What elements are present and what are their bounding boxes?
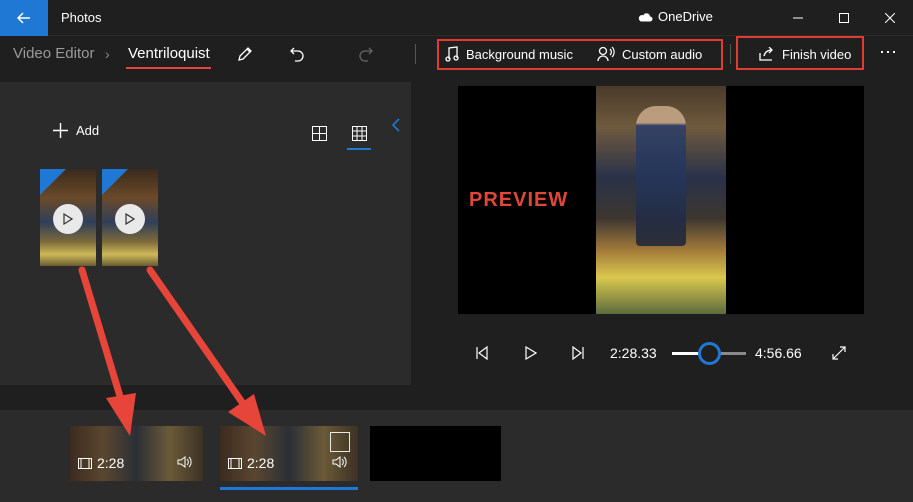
rename-button[interactable]: [233, 42, 257, 66]
project-title-underline: [126, 67, 211, 69]
finish-video-label: Finish video: [782, 46, 852, 62]
background-music-label: Background music: [466, 46, 573, 62]
maximize-button[interactable]: [821, 0, 867, 36]
active-view-indicator: [347, 148, 371, 150]
play-icon: [125, 213, 135, 225]
maximize-icon: [839, 13, 849, 23]
more-icon: ⋯: [879, 41, 897, 62]
undo-icon: [290, 47, 304, 62]
seek-handle[interactable]: [697, 342, 721, 365]
grid-large-icon: [311, 125, 327, 141]
play-icon: [525, 346, 537, 360]
current-time: 2:28.33: [610, 345, 657, 361]
more-options-button[interactable]: ⋯: [876, 40, 900, 64]
toolbar-divider: [730, 44, 731, 64]
collapse-library-button[interactable]: [389, 116, 403, 134]
chevron-left-icon: [392, 118, 400, 132]
video-preview[interactable]: PREVIEW: [458, 86, 864, 314]
back-arrow-icon: [17, 12, 30, 24]
storyboard-clip[interactable]: 2:28: [70, 426, 203, 481]
cloud-icon: [638, 12, 653, 21]
play-pause-button[interactable]: [523, 345, 539, 361]
project-library-panel: Add: [0, 82, 411, 385]
minimize-icon: [793, 17, 803, 19]
background-music-button[interactable]: Background music: [445, 43, 573, 65]
toolbar: Video Editor › Ventriloquist Background …: [0, 36, 913, 82]
undo-button[interactable]: [285, 42, 309, 66]
step-forward-icon: [572, 346, 584, 360]
preview-overlay-label: PREVIEW: [469, 189, 569, 211]
custom-audio-label: Custom audio: [622, 46, 703, 62]
total-time: 4:56.66: [755, 345, 802, 361]
music-note-icon: [445, 46, 459, 62]
speaker-icon: [177, 456, 192, 468]
add-media-button[interactable]: Add: [53, 123, 99, 138]
fullscreen-button[interactable]: [831, 345, 847, 361]
selected-clip-indicator: [220, 487, 358, 490]
redo-icon: [359, 47, 373, 62]
large-thumbnail-view-button[interactable]: [310, 124, 328, 142]
storyboard-empty-slot[interactable]: [370, 426, 501, 481]
next-frame-button[interactable]: [570, 345, 586, 361]
close-button[interactable]: [867, 0, 913, 36]
add-label: Add: [76, 123, 100, 138]
seek-bar[interactable]: [672, 342, 746, 365]
grid-small-icon: [351, 125, 367, 141]
clip-duration-label: 2:28: [97, 455, 125, 471]
clip-select-checkbox[interactable]: [330, 432, 350, 452]
performer-figure: [636, 106, 686, 246]
expand-icon: [832, 346, 846, 360]
app-title: Photos: [61, 10, 102, 25]
toolbar-divider: [415, 44, 416, 64]
redo-button[interactable]: [354, 42, 378, 66]
library-video-thumbnail[interactable]: [102, 169, 158, 266]
film-icon: [228, 457, 242, 469]
play-button[interactable]: [53, 204, 83, 234]
clip-duration-label: 2:28: [247, 455, 275, 471]
close-icon: [885, 13, 895, 23]
clip-volume-button[interactable]: [332, 455, 348, 473]
preview-frame-image: [596, 86, 726, 314]
step-back-icon: [476, 346, 488, 360]
film-icon: [78, 457, 92, 469]
clip-volume-button[interactable]: [177, 455, 193, 473]
breadcrumb-video-editor[interactable]: Video Editor: [13, 45, 94, 62]
speaker-icon: [332, 456, 347, 468]
back-button[interactable]: [0, 0, 48, 36]
selected-corner-marker: [102, 169, 128, 195]
custom-audio-button[interactable]: Custom audio: [597, 43, 702, 65]
play-button[interactable]: [115, 204, 145, 234]
pencil-icon: [238, 47, 252, 61]
finish-video-button[interactable]: Finish video: [759, 43, 851, 65]
custom-audio-icon: [597, 46, 615, 62]
clip-duration: 2:28: [228, 455, 274, 471]
onedrive-label: OneDrive: [658, 9, 713, 24]
minimize-button[interactable]: [775, 0, 821, 36]
selected-corner-marker: [40, 169, 66, 195]
plus-icon: [53, 123, 68, 138]
library-video-thumbnail[interactable]: [40, 169, 96, 266]
storyboard-clip-selected[interactable]: 2:28: [220, 426, 358, 481]
play-icon: [63, 213, 73, 225]
onedrive-status[interactable]: OneDrive: [637, 9, 713, 24]
share-export-icon: [759, 47, 773, 61]
storyboard: 2:28 2:28: [0, 410, 913, 502]
breadcrumb-separator: ›: [105, 46, 110, 62]
clip-duration: 2:28: [78, 455, 124, 471]
title-bar: Photos OneDrive: [0, 0, 913, 36]
previous-frame-button[interactable]: [474, 345, 490, 361]
project-title[interactable]: Ventriloquist: [128, 45, 210, 62]
small-thumbnail-view-button[interactable]: [350, 124, 368, 142]
